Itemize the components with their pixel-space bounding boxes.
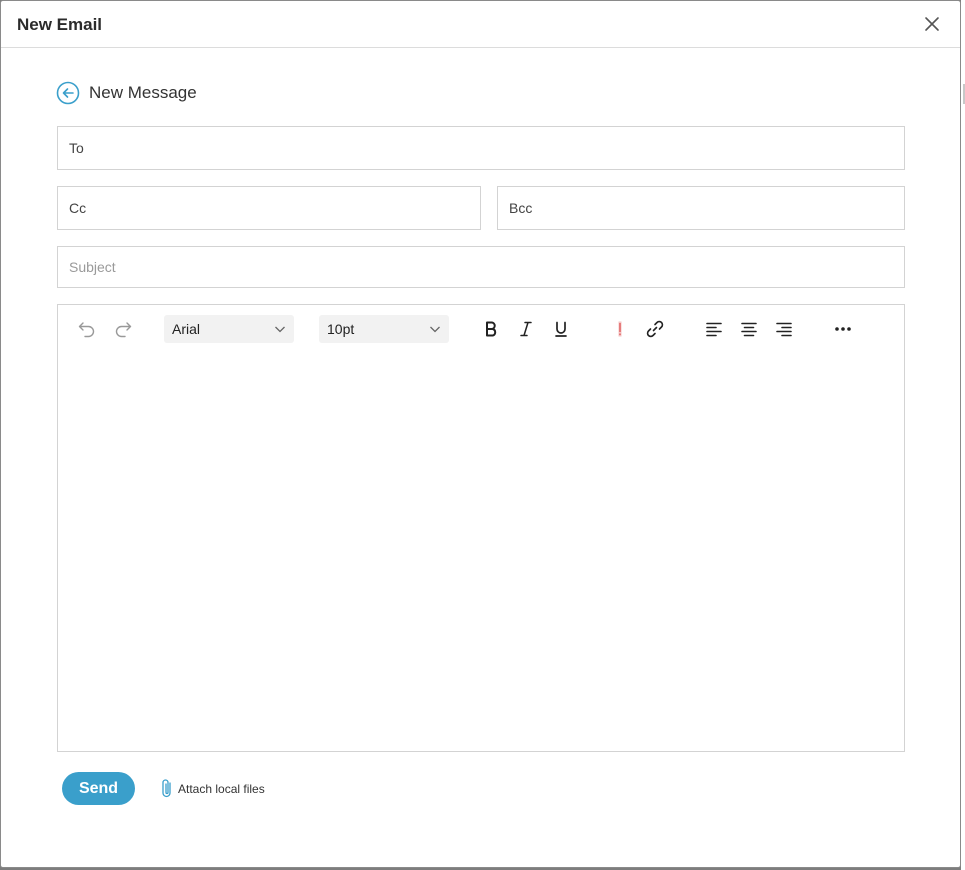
font-size-select[interactable]: 10pt [319,315,449,343]
to-field[interactable]: To [57,126,905,170]
bold-button[interactable] [480,318,502,340]
text-color-icon [618,321,622,337]
align-right-button[interactable] [773,318,795,340]
align-center-icon [741,322,757,337]
bcc-field[interactable]: Bcc [497,186,905,230]
back-arrow-icon[interactable] [56,81,80,105]
attach-local-files-link[interactable]: Attach local files [160,778,265,800]
send-button[interactable]: Send [62,772,135,805]
new-email-dialog: New Email New Message To Cc Bcc Subject [0,0,961,868]
to-label: To [69,140,84,156]
underline-button[interactable] [550,318,572,340]
redo-button[interactable] [112,318,134,340]
subject-placeholder: Subject [69,259,116,275]
close-button[interactable] [922,14,942,34]
font-size-value: 10pt [327,321,355,337]
more-options-button[interactable] [832,318,854,340]
font-family-select[interactable]: Arial [164,315,294,343]
insert-link-button[interactable] [644,318,666,340]
align-left-button[interactable] [703,318,725,340]
bcc-label: Bcc [509,200,533,216]
bold-icon [486,321,497,337]
italic-icon [520,321,532,337]
subject-field[interactable]: Subject [57,246,905,288]
italic-button[interactable] [515,318,537,340]
undo-button[interactable] [76,318,98,340]
undo-icon [78,322,95,338]
dialog-header: New Email [1,1,960,48]
link-icon [646,320,664,338]
cc-label: Cc [69,200,87,216]
background-page-edge [961,0,965,870]
paperclip-icon [162,779,171,798]
underline-icon [555,321,567,337]
chevron-down-icon [275,326,285,333]
align-right-icon [776,322,792,337]
page-title: New Message [89,83,197,102]
chevron-down-icon [430,326,440,333]
text-color-button[interactable] [609,318,631,340]
message-editor[interactable]: Arial 10pt [57,304,905,752]
dialog-title: New Email [17,15,103,34]
close-icon [925,17,939,31]
attach-label: Attach local files [178,782,265,796]
align-left-icon [706,322,722,337]
background-page-mark [961,84,965,104]
font-family-value: Arial [172,321,201,337]
cc-field[interactable]: Cc [57,186,481,230]
align-center-button[interactable] [738,318,760,340]
more-icon [835,327,851,331]
redo-icon [115,322,132,338]
message-heading: New Message [56,81,197,105]
